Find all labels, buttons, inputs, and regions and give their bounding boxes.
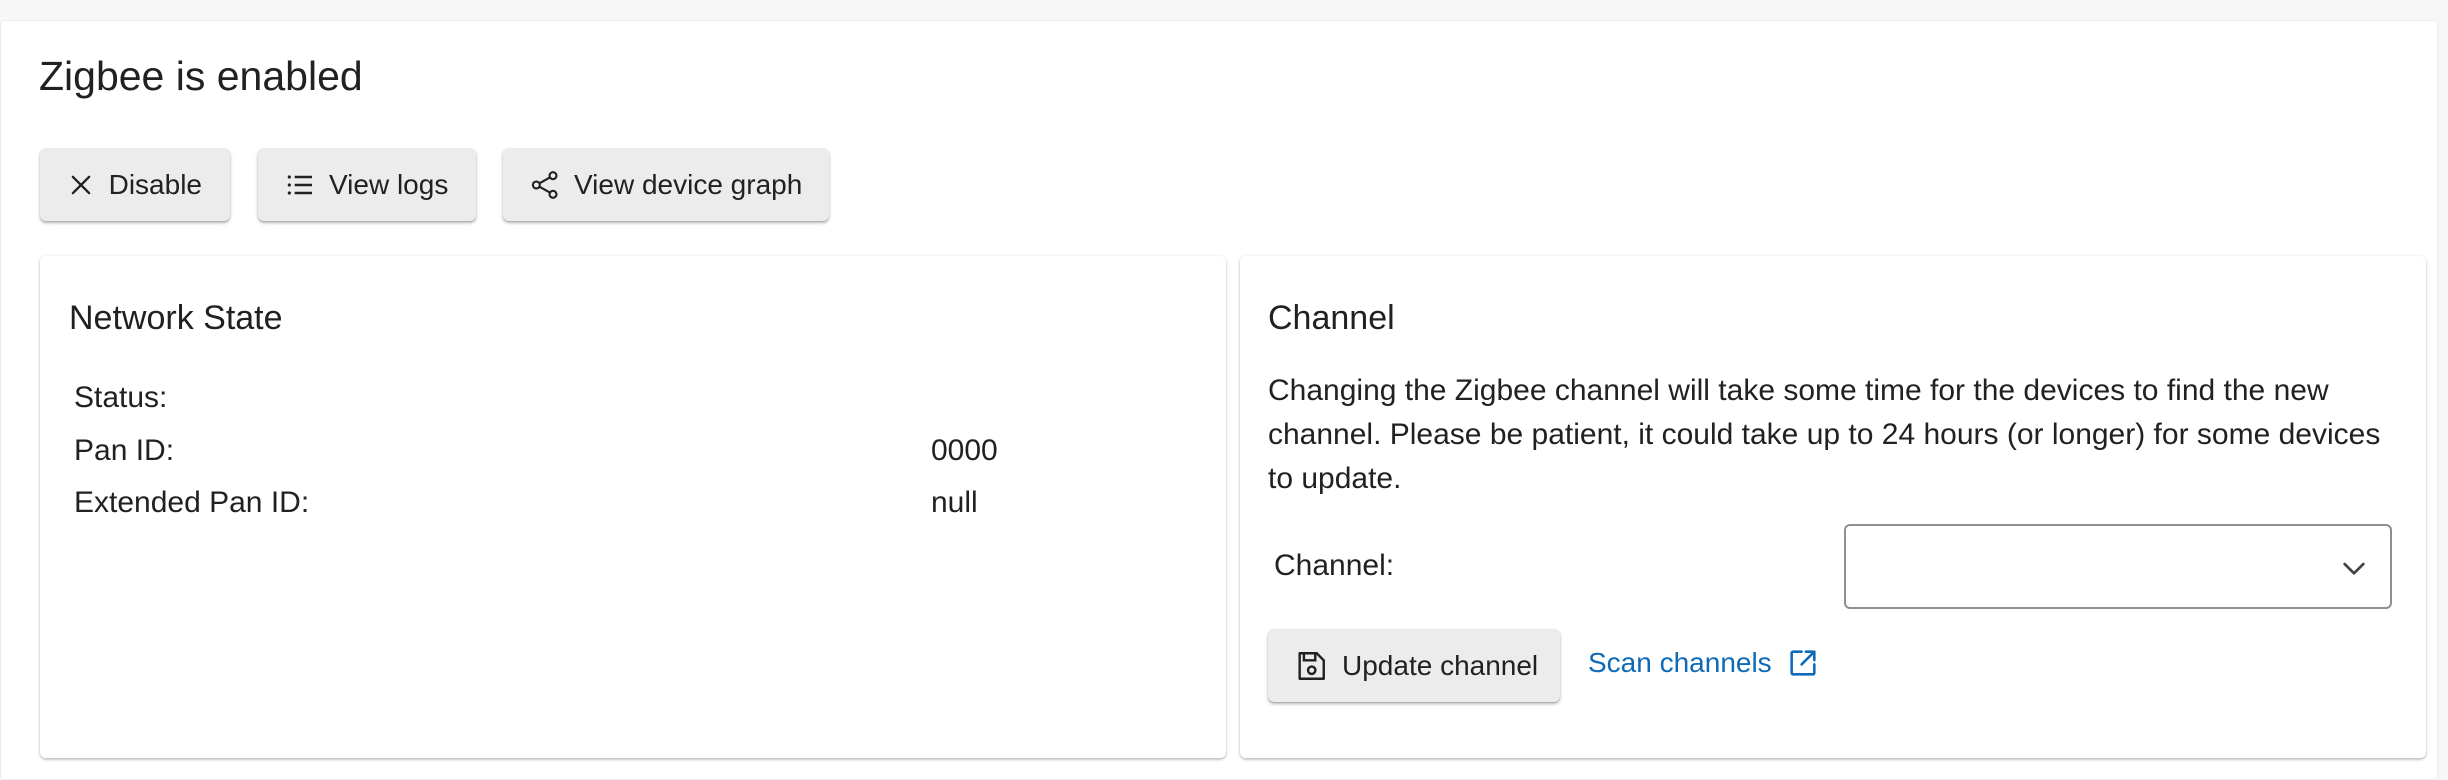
channel-select[interactable] bbox=[1844, 524, 2392, 609]
network-state-title: Network State bbox=[69, 299, 283, 337]
close-icon bbox=[66, 167, 96, 203]
chevron-down-icon bbox=[2338, 552, 2370, 584]
extended-pan-id-label: Extended Pan ID: bbox=[74, 486, 310, 519]
share-icon bbox=[529, 167, 561, 203]
update-channel-button[interactable]: Update channel bbox=[1268, 629, 1560, 702]
status-label: Status: bbox=[74, 381, 168, 414]
channel-field-label: Channel: bbox=[1274, 549, 1395, 582]
disable-button[interactable]: Disable bbox=[40, 148, 230, 221]
view-logs-button[interactable]: View logs bbox=[258, 148, 476, 221]
pan-id-label: Pan ID: bbox=[74, 434, 175, 467]
update-channel-label: Update channel bbox=[1342, 649, 1539, 681]
channel-description: Changing the Zigbee channel will take so… bbox=[1268, 374, 2381, 495]
network-state-card: Network State Status: Pan ID: 0000 Exten… bbox=[40, 256, 1226, 758]
list-icon bbox=[284, 167, 316, 203]
view-device-graph-button[interactable]: View device graph bbox=[503, 148, 829, 221]
floppy-disk-icon bbox=[1294, 649, 1328, 683]
view-logs-button-label: View logs bbox=[329, 168, 449, 200]
channel-title: Channel bbox=[1268, 299, 1395, 337]
view-device-graph-button-label: View device graph bbox=[574, 168, 803, 200]
extended-pan-id-value: null bbox=[931, 486, 978, 519]
scan-channels-label: Scan channels bbox=[1588, 647, 1772, 678]
page-title: Zigbee is enabled bbox=[39, 53, 363, 99]
scan-channels-link[interactable]: Scan channels bbox=[1588, 641, 1820, 685]
disable-button-label: Disable bbox=[108, 168, 202, 200]
pan-id-value: 0000 bbox=[931, 434, 998, 467]
channel-card: Channel Changing the Zigbee channel will… bbox=[1240, 256, 2426, 758]
open-in-new-icon bbox=[1786, 646, 1820, 680]
